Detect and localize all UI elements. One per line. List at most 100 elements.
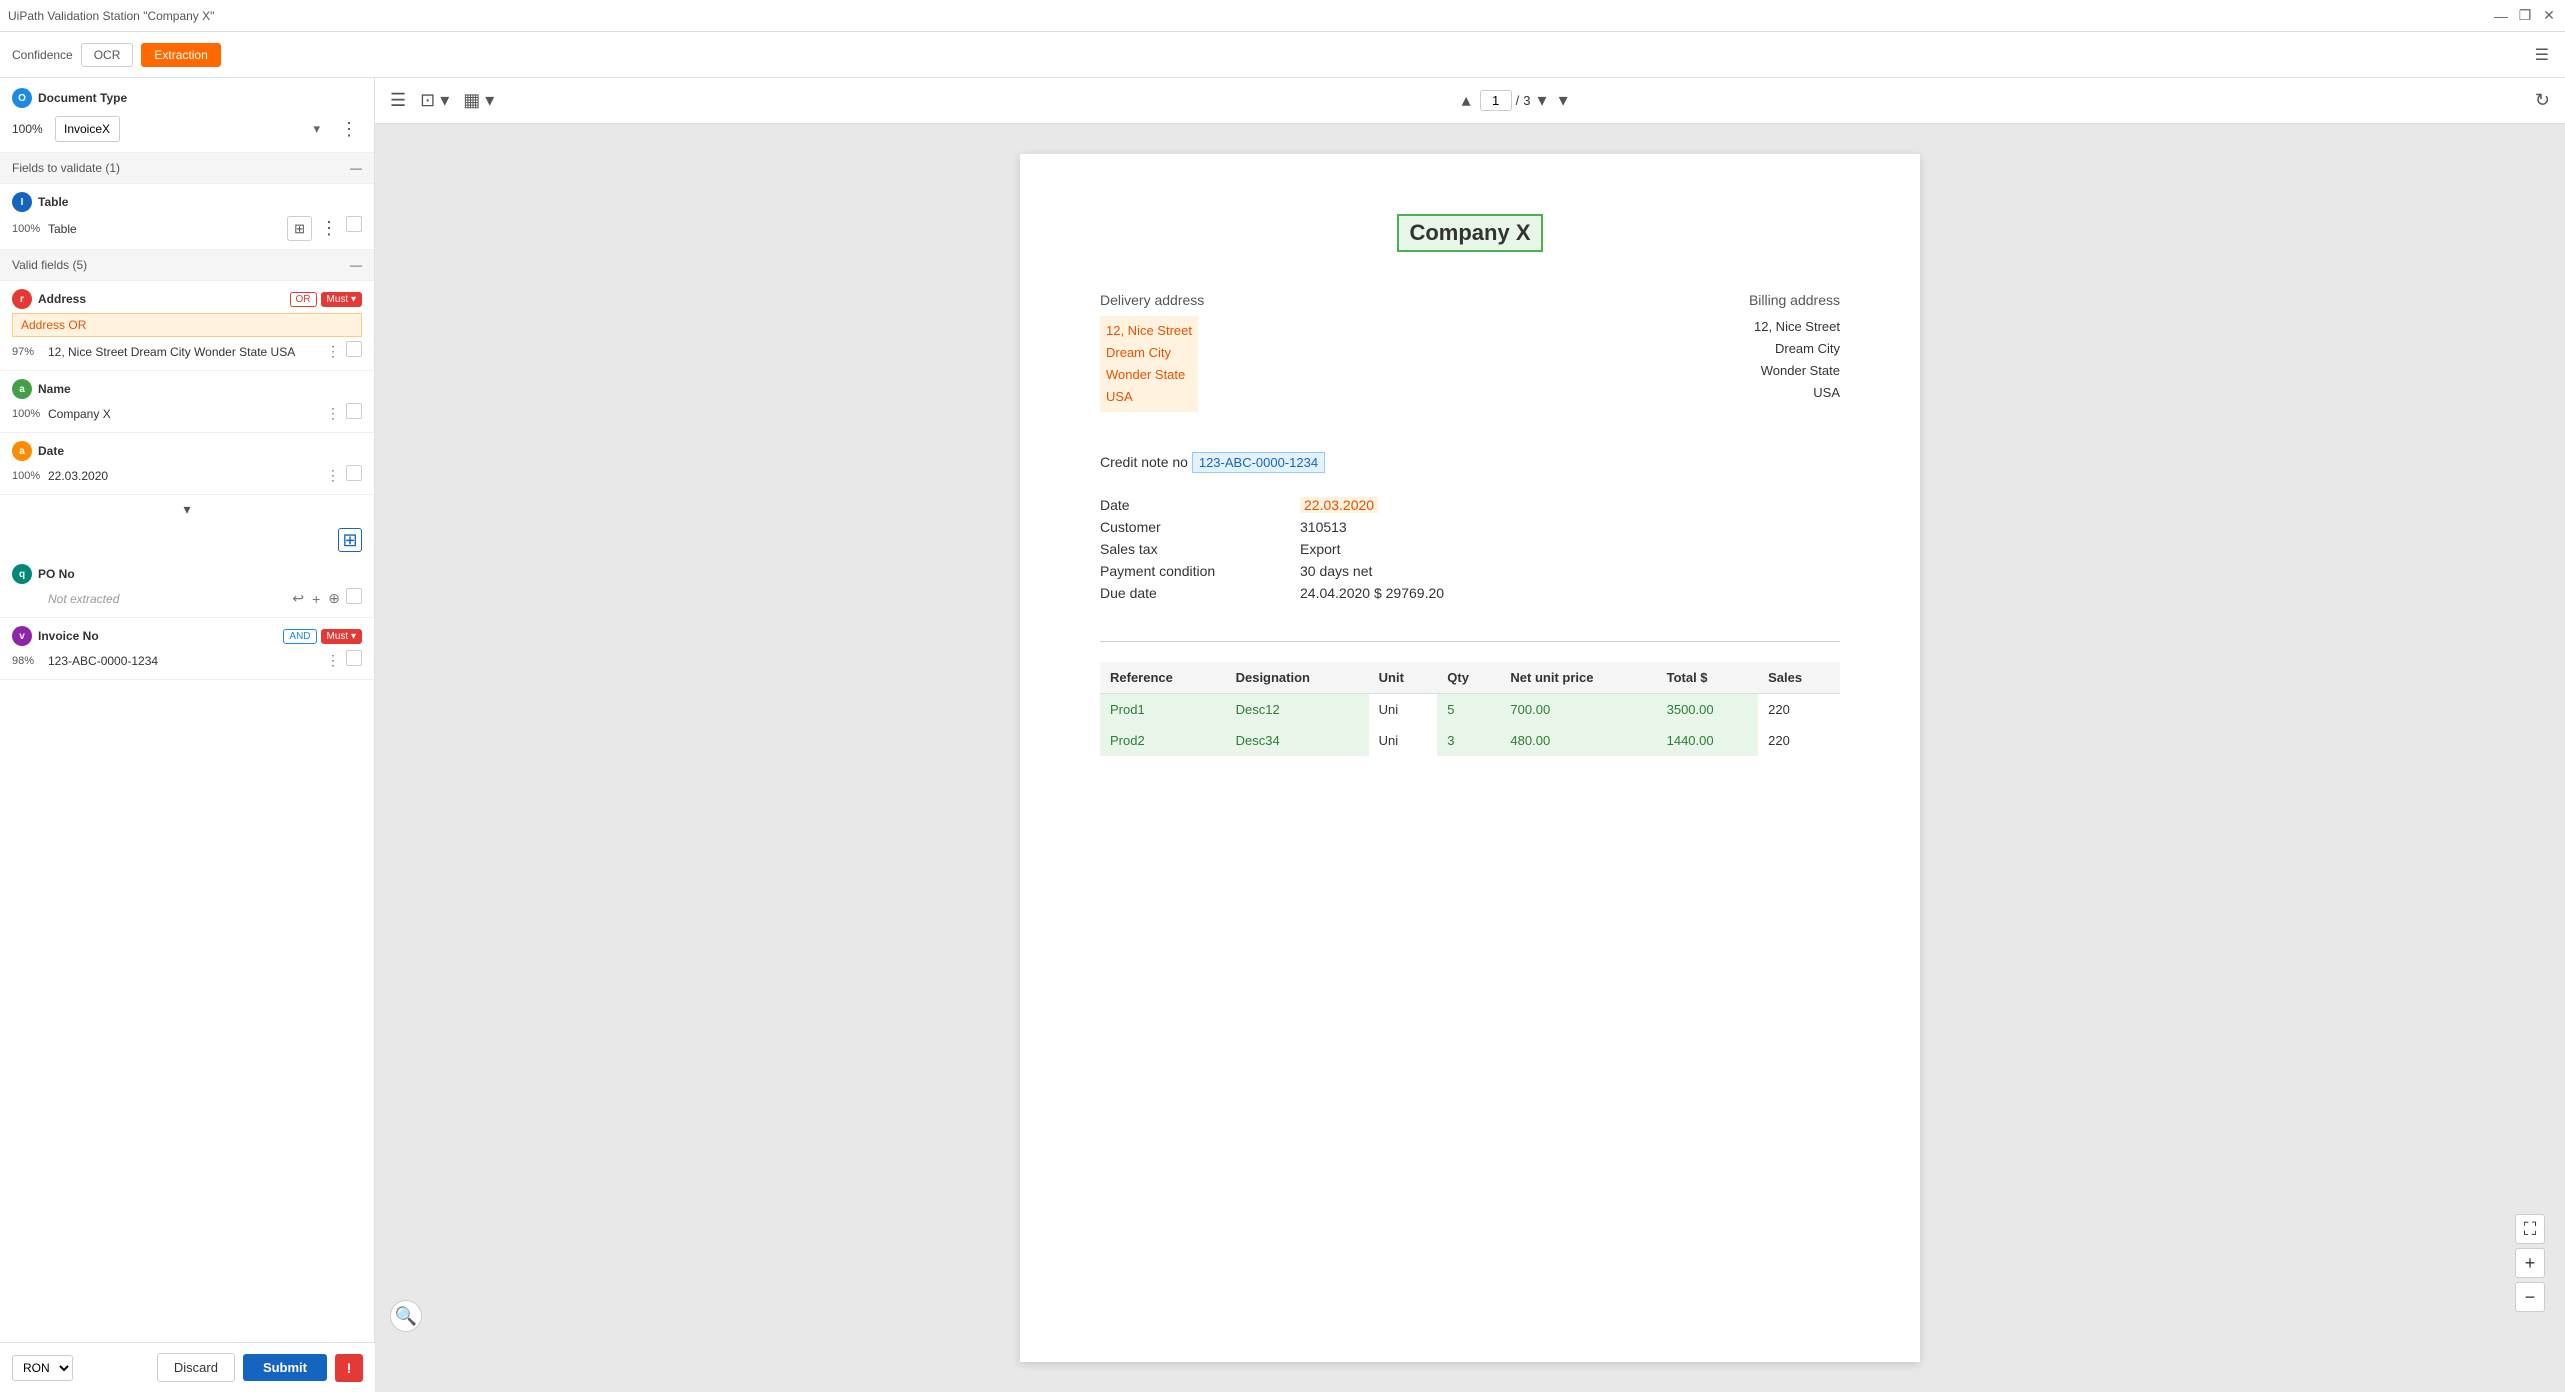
billing-address-label: Billing address	[1470, 292, 1840, 308]
payment-value: 30 days net	[1300, 563, 1372, 579]
submit-button[interactable]: Submit	[243, 1354, 327, 1381]
address-field-value-row: 97% 12, Nice Street Dream City Wonder St…	[12, 341, 362, 362]
info-row-sales-tax: Sales tax Export	[1100, 541, 1840, 557]
zoom-in-button[interactable]: +	[2515, 1248, 2545, 1278]
credit-note-row: Credit note no 123-ABC-0000-1234	[1100, 452, 1840, 473]
zoom-out-button[interactable]: −	[2515, 1282, 2545, 1312]
doc-type-more-button[interactable]: ⋮	[336, 117, 362, 142]
fields-to-validate-label: Fields to validate (1)	[12, 161, 120, 175]
viewer-toolbar: ☰ ⊡ ▾ ▦ ▾ ▴ / 3 ▾ ▾ ↻	[375, 78, 2565, 124]
address-more-button[interactable]: ⋮	[324, 341, 342, 362]
window-title: UiPath Validation Station "Company X"	[8, 9, 214, 23]
address-field-header: r Address OR Must ▾	[12, 289, 362, 309]
date-checkbox[interactable]	[346, 465, 362, 481]
date-field-name: Date	[38, 444, 362, 458]
name-more-button[interactable]: ⋮	[324, 403, 342, 424]
toolbar-tabs: Confidence OCR Extraction	[12, 43, 221, 67]
table-checkbox[interactable]	[346, 216, 362, 232]
top-toolbar: Confidence OCR Extraction ☰	[0, 32, 2565, 78]
ocr-tab[interactable]: OCR	[81, 43, 134, 67]
address-must-tag[interactable]: Must ▾	[321, 292, 362, 307]
due-date-label: Due date	[1100, 585, 1300, 601]
invoice-no-more-button[interactable]: ⋮	[324, 650, 342, 671]
document-area[interactable]: Company X Delivery address 12, Nice Stre…	[375, 124, 2565, 1392]
address-checkbox[interactable]	[346, 341, 362, 357]
fullscreen-button[interactable]: ⛶	[2515, 1214, 2545, 1244]
refresh-button[interactable]: ↻	[2532, 87, 2553, 114]
data-table: Reference Designation Unit Qty Net unit …	[1100, 662, 1840, 756]
view-icon[interactable]: ▦ ▾	[460, 87, 497, 114]
po-no-field-header: q PO No	[12, 564, 362, 584]
page-separator: /	[1516, 93, 1520, 108]
minimize-button[interactable]: —	[2493, 8, 2509, 24]
address-confidence: 97%	[12, 346, 42, 358]
prev-page-button[interactable]: ▴	[1459, 87, 1474, 114]
po-no-add-button[interactable]: +	[310, 588, 322, 609]
select-arrow-icon: ▾	[313, 121, 320, 137]
po-no-field: q PO No Not extracted ↩ + ⊕	[0, 556, 374, 618]
table-confidence: 100%	[12, 223, 42, 235]
des-2: Desc34	[1226, 725, 1369, 756]
address-badge: r	[12, 289, 32, 309]
po-no-circle-button[interactable]: ⊕	[326, 588, 342, 609]
table-more-button[interactable]: ⋮	[316, 216, 342, 241]
discard-button[interactable]: Discard	[157, 1353, 235, 1382]
doc-search-button[interactable]: 🔍	[390, 1300, 422, 1332]
invoice-no-tags: AND Must ▾	[283, 629, 362, 644]
invoice-no-badge: v	[12, 626, 32, 646]
po-no-checkbox[interactable]	[346, 588, 362, 604]
customer-label: Customer	[1100, 519, 1300, 535]
delivery-address-block: Delivery address 12, Nice StreetDream Ci…	[1100, 292, 1470, 412]
table-row: Prod1 Desc12 Uni 5 700.00 3500.00 220	[1100, 694, 1840, 726]
col-unit: Unit	[1369, 662, 1438, 694]
col-total: Total $	[1657, 662, 1759, 694]
next-page-button[interactable]: ▾	[1556, 87, 1571, 114]
address-field: r Address OR Must ▾ Address OR 97% 12, N…	[0, 281, 374, 371]
name-field-value-row: 100% Company X ⋮	[12, 403, 362, 424]
col-sales: Sales	[1758, 662, 1840, 694]
error-button[interactable]: !	[335, 1354, 363, 1382]
invoice-no-field-header: v Invoice No AND Must ▾	[12, 626, 362, 646]
fields-to-validate-dash: —	[350, 161, 362, 175]
table-field: I Table 100% Table ⊞ ⋮	[0, 184, 374, 250]
invoice-no-must-tag[interactable]: Must ▾	[321, 629, 362, 644]
name-badge: a	[12, 379, 32, 399]
add-field-row: ⊞	[0, 524, 374, 556]
name-field-name: Name	[38, 382, 362, 396]
table-actions: ⊞ ⋮	[287, 216, 362, 241]
layout-icon[interactable]: ⊡ ▾	[417, 87, 452, 114]
invoice-no-checkbox[interactable]	[346, 650, 362, 666]
main-layout: O Document Type 100% InvoiceX ▾ ⋮ Fields…	[0, 78, 2565, 1392]
table-grid-button[interactable]: ⊞	[287, 216, 312, 241]
po-no-undo-button[interactable]: ↩	[290, 588, 306, 609]
date-more-button[interactable]: ⋮	[324, 465, 342, 486]
menu-icon[interactable]: ☰	[387, 87, 409, 114]
doc-type-badge: O	[12, 88, 32, 108]
company-name: Company X	[1397, 214, 1542, 252]
viewer-toolbar-right: ↻	[2532, 87, 2553, 114]
invoice-no-value: 123-ABC-0000-1234	[48, 654, 318, 668]
col-qty: Qty	[1437, 662, 1500, 694]
restore-button[interactable]: ❐	[2517, 8, 2533, 24]
date-field-value-row: 100% 22.03.2020 ⋮	[12, 465, 362, 486]
doc-type-select[interactable]: InvoiceX	[55, 116, 120, 142]
right-panel: ☰ ⊡ ▾ ▦ ▾ ▴ / 3 ▾ ▾ ↻	[375, 78, 2565, 1392]
date-info-value: 22.03.2020	[1300, 497, 1378, 513]
confidence-label: Confidence	[12, 48, 73, 62]
zoom-controls: ⛶ + −	[2515, 1214, 2545, 1312]
doc-zoom-area: 🔍	[390, 1300, 422, 1332]
invoice-no-field: v Invoice No AND Must ▾ 98% 123-ABC-0000…	[0, 618, 374, 680]
qty-2: 3	[1437, 725, 1500, 756]
expand-button[interactable]: ▾	[179, 499, 194, 520]
page-current-input[interactable]	[1480, 90, 1512, 111]
add-field-button[interactable]: ⊞	[338, 528, 362, 552]
doc-type-select-wrapper: InvoiceX ▾	[55, 116, 328, 142]
extraction-tab[interactable]: Extraction	[141, 43, 220, 67]
close-button[interactable]: ✕	[2541, 8, 2557, 24]
sales-tax-value: Export	[1300, 541, 1340, 557]
filter-icon[interactable]: ☰	[2531, 41, 2553, 69]
payment-label: Payment condition	[1100, 563, 1300, 579]
language-select[interactable]: RON	[12, 1355, 73, 1381]
name-checkbox[interactable]	[346, 403, 362, 419]
page-dropdown-button[interactable]: ▾	[1535, 87, 1550, 114]
